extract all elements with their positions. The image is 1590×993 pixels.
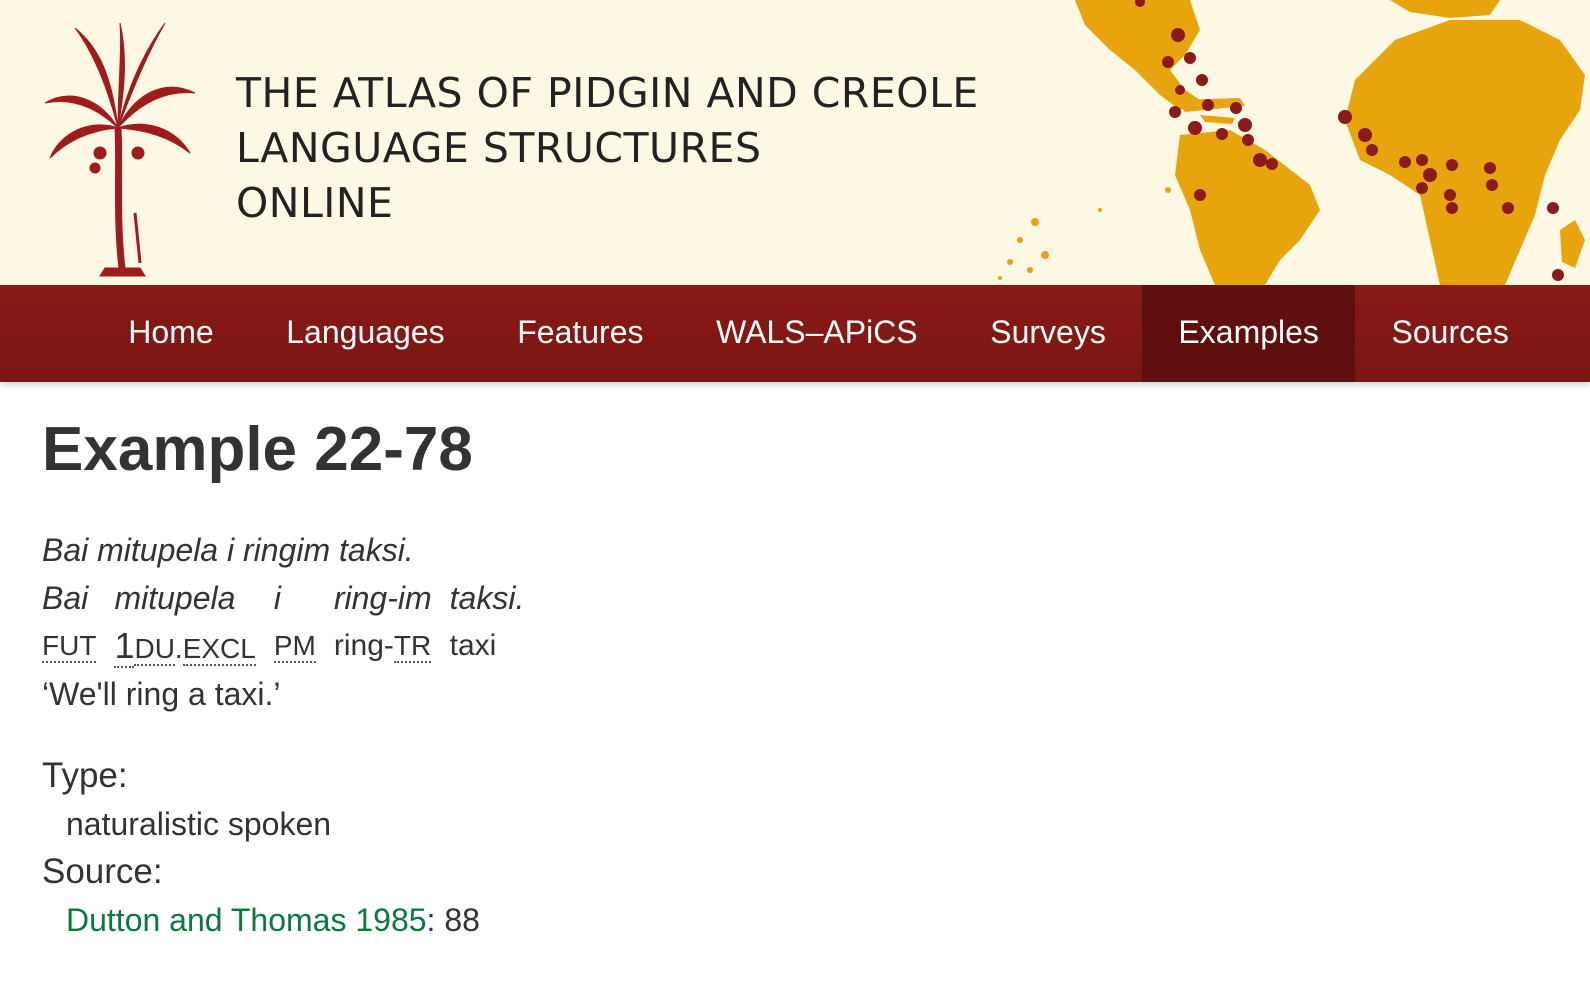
- nav-item-features[interactable]: Features: [481, 285, 680, 382]
- gloss: PM: [273, 622, 316, 670]
- gloss-plain: taxi: [449, 629, 497, 662]
- site-title-line: THE ATLAS OF PIDGIN AND CREOLE: [236, 69, 979, 117]
- nav-item-wals-apics[interactable]: WALS–APiCS: [680, 285, 954, 382]
- object-word: ring-im: [333, 580, 432, 616]
- gloss-abbreviation[interactable]: DU: [134, 633, 175, 666]
- nav-item-surveys[interactable]: Surveys: [954, 285, 1142, 382]
- palm-tree-logo: [44, 22, 196, 277]
- gloss: FUT: [42, 622, 97, 670]
- gloss: taxi: [450, 622, 525, 670]
- nav-item-home[interactable]: Home: [92, 285, 250, 382]
- translation: ‘We'll ring a taxi.’: [42, 676, 281, 712]
- main-navbar: Home Languages Features WALS–APiCS Surve…: [0, 285, 1590, 382]
- source-label: Source:: [42, 852, 163, 891]
- gloss-abbreviation[interactable]: EXCL: [182, 633, 256, 666]
- type-value: naturalistic spoken: [66, 806, 332, 842]
- object-word: taksi.: [449, 580, 525, 616]
- gloss: 1DU.EXCL: [114, 622, 256, 670]
- gloss-column: i PM: [273, 574, 316, 670]
- example-metadata: Type: naturalistic spoken Source: Dutton…: [42, 752, 1542, 944]
- gloss-abbreviation[interactable]: FUT: [42, 630, 97, 663]
- object-word: mitupela: [114, 580, 236, 616]
- object-word: i: [273, 580, 281, 616]
- source-link[interactable]: Dutton and Thomas 1985: [66, 902, 427, 938]
- site-title-line: LANGUAGE STRUCTURES: [236, 124, 762, 172]
- gloss-column: Bai FUT: [42, 574, 97, 670]
- gloss-column: mitupela 1DU.EXCL: [114, 574, 256, 670]
- gloss-abbreviation[interactable]: PM: [273, 630, 316, 663]
- interlinear-gloss: Bai FUT mitupela 1DU.EXCL i PM ring-im r…: [42, 574, 1542, 670]
- gloss-column: ring-im ring-TR: [334, 574, 432, 670]
- source-pages: : 88: [426, 902, 480, 938]
- object-word: Bai: [42, 580, 89, 616]
- gloss-abbreviation[interactable]: TR: [393, 630, 432, 663]
- page-title: Example 22-78: [42, 415, 473, 484]
- nav-item-languages[interactable]: Languages: [250, 285, 481, 382]
- interlinear-example: Bai mitupela i ringim taksi. Bai FUT mit…: [42, 526, 1542, 718]
- gloss-column: taksi. taxi: [450, 574, 525, 670]
- gloss-plain: ring-: [333, 629, 394, 662]
- site-title-line: ONLINE: [236, 179, 394, 227]
- main-content: Example 22-78 Bai mitupela i ringim taks…: [42, 410, 1542, 944]
- type-label: Type:: [42, 756, 128, 795]
- source-value: Dutton and Thomas 1985: 88: [42, 896, 1542, 944]
- nav-item-sources[interactable]: Sources: [1355, 285, 1545, 382]
- nav-list: Home Languages Features WALS–APiCS Surve…: [0, 285, 1590, 382]
- site-title: THE ATLAS OF PIDGIN AND CREOLE LANGUAGE …: [236, 66, 979, 231]
- nav-item-examples[interactable]: Examples: [1142, 285, 1356, 382]
- site-banner: THE ATLAS OF PIDGIN AND CREOLE LANGUAGE …: [0, 0, 1590, 285]
- gloss: ring-TR: [334, 622, 432, 670]
- gloss-abbreviation[interactable]: 1: [114, 625, 135, 668]
- example-text: Bai mitupela i ringim taksi.: [42, 532, 414, 568]
- gloss-separator: .: [174, 633, 183, 664]
